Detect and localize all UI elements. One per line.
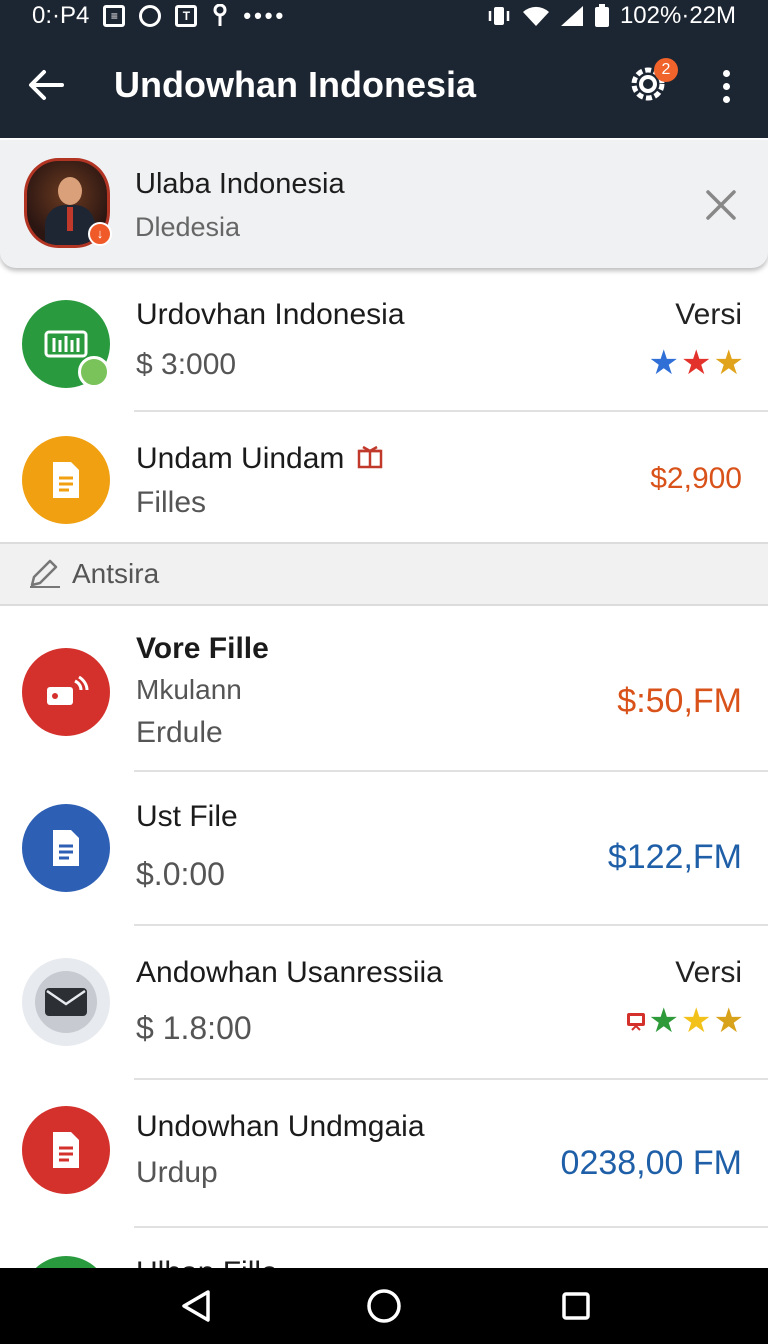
document-icon bbox=[22, 1106, 110, 1194]
wifi-icon bbox=[522, 5, 550, 27]
document-icon bbox=[22, 804, 110, 892]
box-icon: ≡ bbox=[103, 5, 126, 27]
gift-icon bbox=[357, 443, 383, 477]
list-item[interactable]: Undam Uindam Filles $2,900 bbox=[0, 412, 768, 542]
item-price: $:50,FM bbox=[617, 682, 742, 720]
dismiss-button[interactable] bbox=[700, 184, 742, 226]
mail-icon bbox=[22, 958, 110, 1046]
list-item[interactable]: Urdovhan Indonesia $ 3:000 Versi ★ ★ ★ bbox=[0, 270, 768, 412]
battery-icon bbox=[594, 4, 610, 28]
signal-icon bbox=[560, 5, 584, 27]
square-recents-icon bbox=[562, 1292, 590, 1320]
app-bar: Undowhan Indonesia 2 bbox=[0, 32, 768, 138]
notification-subtitle: Dledesia bbox=[135, 212, 241, 242]
pencil-icon bbox=[30, 559, 60, 588]
list-item[interactable]: Vore Fille Mkulann Erdule $:50,FM bbox=[0, 606, 768, 772]
item-subtitle: Mkulann bbox=[136, 674, 242, 705]
box-icon: T bbox=[175, 5, 198, 27]
item-subtitle: $ 1.8:00 bbox=[136, 1010, 252, 1046]
item-subtitle-secondary: Erdule bbox=[136, 716, 223, 749]
tv-icon bbox=[625, 1010, 647, 1032]
document-icon bbox=[22, 436, 110, 524]
download-badge-icon: ↓ bbox=[88, 222, 112, 246]
nav-home-button[interactable] bbox=[356, 1278, 412, 1334]
section-label: Antsira bbox=[72, 558, 160, 589]
battery-text: 102%·22M bbox=[619, 2, 736, 29]
item-price: 0238,00 FM bbox=[560, 1144, 742, 1182]
status-bar: 0:·P4 ≡ T •••• 102%·22M bbox=[0, 0, 768, 32]
notification-title: Ulaba Indonesia bbox=[135, 168, 345, 200]
nav-recents-button[interactable] bbox=[548, 1278, 604, 1334]
list-item[interactable]: Ulhan Fille bbox=[0, 1228, 768, 1268]
star-icon: ★ bbox=[648, 344, 680, 382]
notification-badge: 2 bbox=[654, 58, 678, 82]
item-subtitle: Urdup bbox=[136, 1156, 218, 1189]
rating-stars: ★ ★ ★ bbox=[625, 1004, 744, 1038]
list-item[interactable]: Undowhan Undmgaia Urdup 0238,00 FM bbox=[0, 1080, 768, 1228]
item-price: $2,900 bbox=[650, 462, 742, 495]
item-subtitle: Filles bbox=[136, 486, 207, 519]
star-icon: ★ bbox=[681, 344, 712, 382]
item-title: Vore Fille bbox=[136, 632, 269, 665]
item-title: Undam Uindam bbox=[136, 442, 383, 477]
item-title: Ulhan Fille bbox=[136, 1256, 278, 1268]
notification-card[interactable]: ↓ Ulaba Indonesia Dledesia bbox=[0, 140, 768, 268]
more-vertical-icon bbox=[722, 69, 730, 77]
star-icon: ★ bbox=[681, 1002, 712, 1040]
item-subtitle: $.0:00 bbox=[136, 856, 225, 892]
list-item[interactable]: Ust File $.0:00 $122,FM bbox=[0, 772, 768, 926]
file-icon bbox=[22, 1256, 110, 1268]
star-icon: ★ bbox=[713, 344, 744, 382]
item-title: Undowhan Undmgaia bbox=[136, 1110, 425, 1143]
status-time: 0:·P4 bbox=[32, 2, 90, 29]
item-price: $ 3:000 bbox=[136, 348, 237, 381]
notifications-button[interactable]: 2 bbox=[626, 58, 678, 110]
circle-home-icon bbox=[367, 1289, 401, 1323]
item-version-label: Versi bbox=[675, 298, 742, 331]
item-version-label: Versi bbox=[675, 956, 742, 989]
star-icon: ★ bbox=[648, 1002, 680, 1040]
page-title: Undowhan Indonesia bbox=[114, 64, 477, 105]
more-dots-icon: •••• bbox=[243, 3, 287, 28]
section-header: Antsira bbox=[0, 542, 768, 606]
check-badge-icon bbox=[78, 356, 110, 388]
key-icon bbox=[211, 4, 229, 28]
star-icon: ★ bbox=[713, 1002, 744, 1040]
arrow-left-icon bbox=[29, 70, 64, 100]
back-button[interactable] bbox=[0, 32, 92, 138]
music-icon bbox=[22, 648, 110, 736]
nav-back-button[interactable] bbox=[168, 1278, 224, 1334]
system-navigation-bar bbox=[0, 1268, 768, 1344]
screen: 0:·P4 ≡ T •••• 102%·22M Undowhan Indones… bbox=[0, 0, 768, 1344]
overflow-menu-button[interactable] bbox=[708, 62, 744, 110]
close-icon bbox=[706, 190, 736, 220]
rating-stars: ★ ★ ★ bbox=[649, 346, 744, 380]
list-item[interactable]: Andowhan Usanressiia $ 1.8:00 Versi ★ ★ … bbox=[0, 926, 768, 1080]
item-title: Urdovhan Indonesia bbox=[136, 298, 405, 331]
circle-icon bbox=[139, 5, 162, 27]
triangle-back-icon bbox=[182, 1290, 210, 1322]
item-price: $122,FM bbox=[607, 838, 742, 876]
item-title: Ust File bbox=[136, 800, 238, 833]
vibrate-icon bbox=[486, 5, 512, 27]
item-title: Andowhan Usanressiia bbox=[136, 956, 443, 989]
